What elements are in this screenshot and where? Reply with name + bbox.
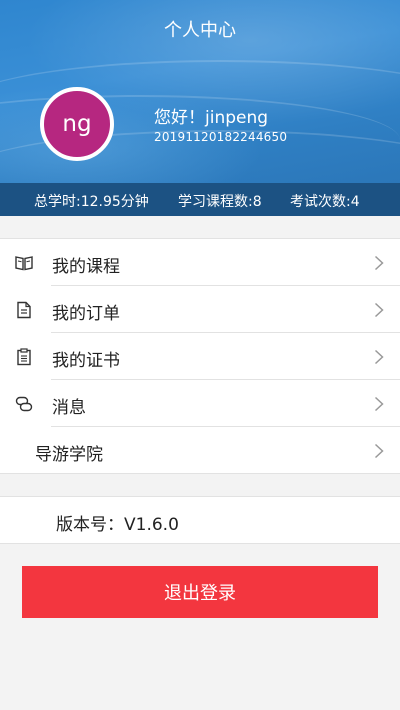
menu-item-label: 我的课程 (52, 257, 120, 277)
menu-item-my-courses[interactable]: 我的课程 (0, 239, 400, 286)
document-icon (17, 301, 31, 319)
chevron-right-icon (374, 443, 384, 459)
stat-course-count: 学习课程数:8 (178, 194, 262, 210)
chevron-right-icon (374, 255, 384, 271)
message-icon (15, 396, 33, 412)
chevron-right-icon (374, 349, 384, 365)
menu-item-label: 我的订单 (52, 304, 120, 324)
menu-item-label: 消息 (52, 398, 86, 418)
menu-list: 我的课程 我的订单 我的证书 消息 导游学院 (0, 238, 400, 474)
menu-item-label: 导游学院 (35, 445, 103, 465)
greeting-text: 您好！jinpeng (154, 108, 269, 128)
stat-study-time: 总学时:12.95分钟 (34, 194, 149, 210)
certificate-icon (17, 348, 31, 366)
user-id: 20191120182244650 (154, 130, 288, 144)
page-title: 个人中心 (164, 20, 236, 41)
menu-item-messages[interactable]: 消息 (0, 380, 400, 427)
menu-item-my-certificates[interactable]: 我的证书 (0, 333, 400, 380)
avatar-initials: ng (62, 111, 92, 137)
book-icon (15, 256, 33, 271)
stat-exam-count: 考试次数:4 (290, 194, 360, 210)
avatar[interactable]: ng (40, 87, 114, 161)
stats-bar: 总学时:12.95分钟 学习课程数:8 考试次数:4 (0, 183, 400, 216)
logout-button[interactable]: 退出登录 (22, 566, 378, 618)
menu-item-label: 我的证书 (52, 351, 120, 371)
menu-item-my-orders[interactable]: 我的订单 (0, 286, 400, 333)
version-row: 版本号：V1.6.0 (0, 496, 400, 544)
profile-header: 个人中心 ng 您好！jinpeng 20191120182244650 总学时… (0, 0, 400, 216)
chevron-right-icon (374, 396, 384, 412)
version-label: 版本号：V1.6.0 (56, 515, 179, 535)
chevron-right-icon (374, 302, 384, 318)
menu-item-guide-academy[interactable]: 导游学院 (0, 427, 400, 474)
